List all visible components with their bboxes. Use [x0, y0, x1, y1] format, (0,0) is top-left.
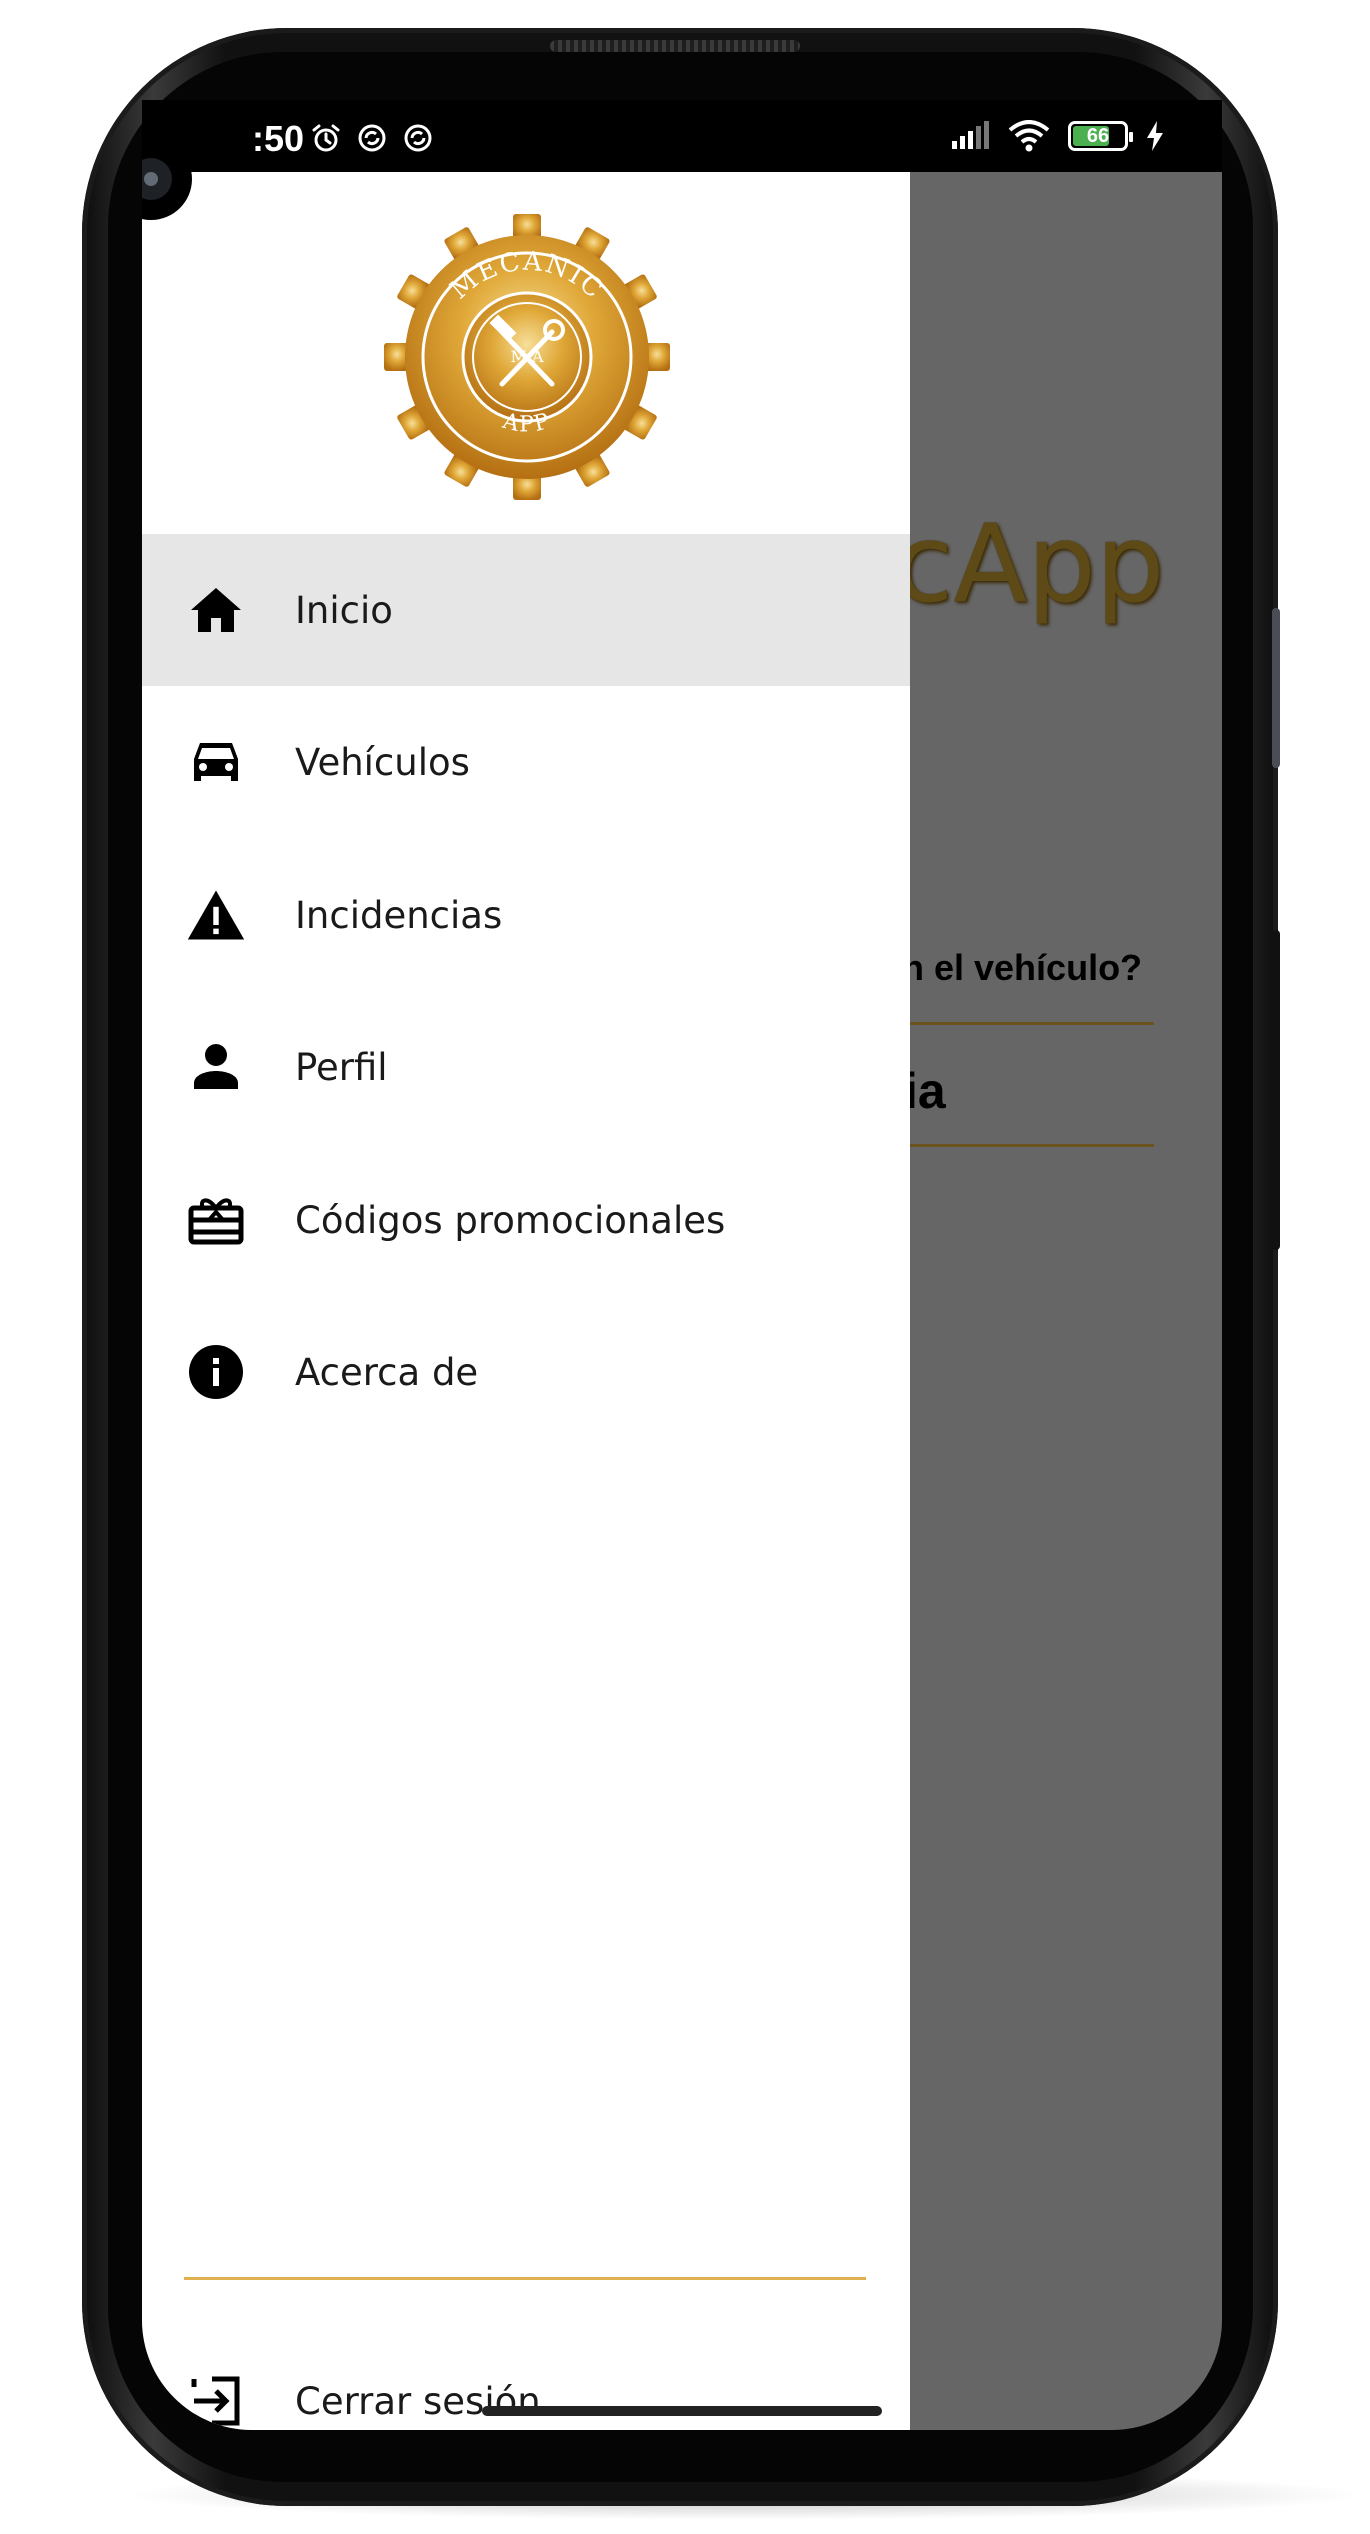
battery-icon: 66: [1068, 121, 1133, 151]
battery-level: 66: [1086, 125, 1110, 147]
sync-icon: [404, 124, 432, 152]
logo-bottom-text: APP: [499, 409, 554, 438]
home-indicator[interactable]: [482, 2406, 882, 2416]
logout-label: Cerrar sesión: [295, 2379, 541, 2423]
alarm-icon: [312, 124, 340, 152]
warning-icon: [186, 885, 246, 945]
charging-icon: [1147, 121, 1163, 151]
sync-icon: [358, 124, 386, 152]
status-icons-left: [310, 122, 434, 154]
menu-item-vehiculos[interactable]: Vehículos: [142, 686, 910, 838]
form-question: n el vehículo?: [902, 947, 1143, 988]
menu-label: Acerca de: [295, 1350, 479, 1394]
menu-item-inicio[interactable]: Inicio: [142, 534, 910, 686]
field-underline: [902, 1022, 1154, 1025]
signal-icon: [952, 121, 989, 149]
app-title: cApp: [894, 502, 1165, 627]
logout-icon: [186, 2371, 246, 2430]
menu-label: Inicio: [295, 588, 393, 632]
earpiece-grille: [550, 40, 800, 52]
form-input: ia: [904, 1063, 946, 1119]
gift-card-icon: [186, 1190, 246, 1250]
menu-label: Códigos promocionales: [295, 1198, 726, 1242]
menu-item-incidencias[interactable]: Incidencias: [142, 839, 910, 991]
wifi-icon: [1008, 120, 1050, 152]
person-icon: [186, 1037, 246, 1097]
mecanicapp-logo: MECANIC APP M A: [384, 214, 670, 500]
field-underline: [902, 1144, 1154, 1147]
menu-label: Perfil: [295, 1045, 388, 1089]
logo-monogram: M A: [510, 347, 543, 366]
menu-label: Vehículos: [295, 740, 470, 784]
info-icon: [186, 1342, 246, 1402]
volume-button: [1272, 608, 1280, 768]
status-bar: :50 66: [142, 100, 1222, 220]
screen: :50 66 cApp n el vehículo? ia MECANIC AP…: [142, 100, 1222, 2430]
status-icons-right: 66: [950, 120, 1164, 152]
menu-item-acerca-de[interactable]: Acerca de: [142, 1296, 910, 1448]
drawer-divider: [184, 2277, 866, 2280]
menu-label: Incidencias: [295, 893, 503, 937]
navigation-drawer: MECANIC APP M A Inicio Vehículos Inciden…: [142, 172, 910, 2430]
home-icon: [186, 580, 246, 640]
power-button: [1272, 930, 1280, 1250]
status-time: :50: [252, 118, 305, 159]
car-icon: [186, 732, 246, 792]
menu-item-perfil[interactable]: Perfil: [142, 991, 910, 1143]
menu-item-codigos-promocionales[interactable]: Códigos promocionales: [142, 1144, 910, 1296]
